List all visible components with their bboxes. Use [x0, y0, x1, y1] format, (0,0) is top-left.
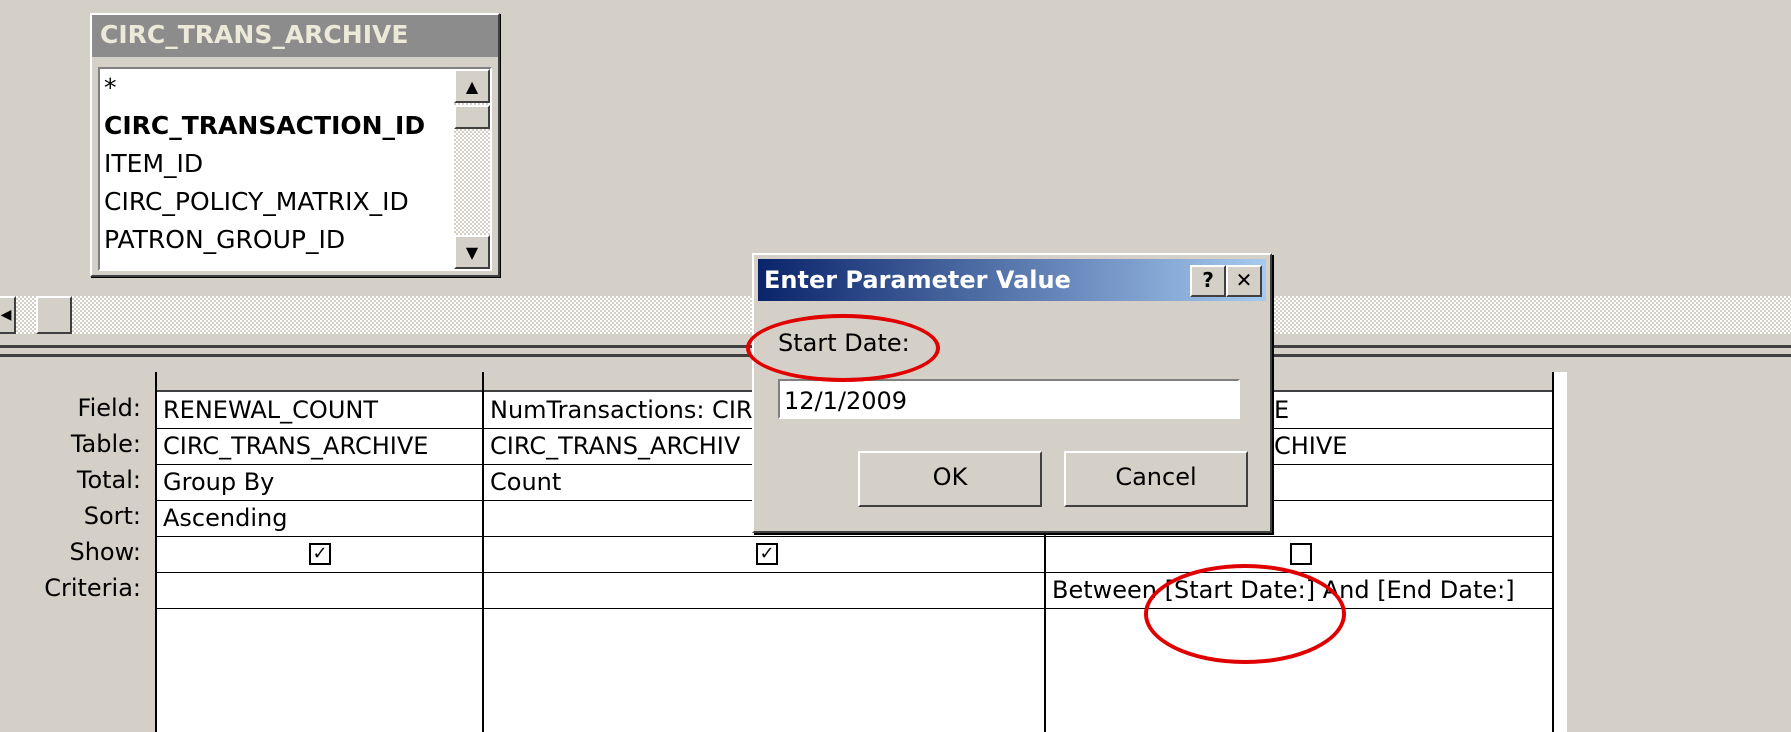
grid-column[interactable]: RENEWAL_COUNT CIRC_TRANS_ARCHIVE Group B…	[157, 372, 484, 732]
parameter-value-input[interactable]: 12/1/2009	[778, 379, 1240, 419]
field-cell[interactable]: RENEWAL_COUNT	[157, 392, 482, 429]
dialog-title: Enter Parameter Value	[764, 266, 1071, 294]
help-icon: ?	[1202, 268, 1214, 292]
dialog-title-bar[interactable]: Enter Parameter Value ? ✕	[758, 259, 1266, 301]
parameter-dialog[interactable]: Enter Parameter Value ? ✕ Start Date: 12…	[752, 253, 1272, 533]
arrow-down-icon: ▼	[465, 242, 479, 262]
show-cell: ✓	[157, 536, 482, 573]
scroll-left-button[interactable]: ◀	[0, 296, 16, 334]
field-list-item[interactable]: *	[100, 69, 490, 107]
field-list-scrollbar[interactable]: ▲ ▼	[454, 69, 490, 269]
scroll-down-button[interactable]: ▼	[454, 235, 490, 269]
scroll-thumb[interactable]	[36, 296, 72, 334]
scroll-up-button[interactable]: ▲	[454, 69, 490, 103]
arrow-up-icon: ▲	[465, 76, 479, 96]
field-list-item[interactable]: PATRON_GROUP_ID	[100, 221, 490, 259]
criteria-cell[interactable]: Between [Start Date:] And [End Date:]	[1046, 572, 1552, 609]
row-label-criteria: Criteria:	[44, 574, 141, 602]
show-checkbox[interactable]: ✓	[309, 543, 331, 565]
show-checkbox[interactable]	[1290, 543, 1312, 565]
row-label-field: Field:	[77, 394, 141, 422]
ok-button[interactable]: OK	[858, 451, 1042, 507]
criteria-cell[interactable]	[157, 572, 482, 609]
column-selector[interactable]	[157, 372, 482, 392]
field-list-item[interactable]: ITEM_ID	[100, 145, 490, 183]
table-cell[interactable]: CIRC_TRANS_ARCHIVE	[157, 428, 482, 465]
parameter-prompt-label: Start Date:	[778, 329, 910, 357]
table-window-title[interactable]: CIRC_TRANS_ARCHIVE	[92, 15, 498, 57]
arrow-left-icon: ◀	[0, 307, 12, 323]
close-icon: ✕	[1235, 268, 1253, 292]
table-field-list-window[interactable]: CIRC_TRANS_ARCHIVE * CIRC_TRANSACTION_ID…	[90, 13, 500, 277]
field-list-item[interactable]: CIRC_POLICY_MATRIX_ID	[100, 183, 490, 221]
show-cell	[1046, 536, 1552, 573]
cancel-button[interactable]: Cancel	[1064, 451, 1248, 507]
show-cell: ✓	[484, 536, 1044, 573]
field-list-item[interactable]: CIRC_TRANSACTION_ID	[100, 107, 490, 145]
row-label-show: Show:	[69, 538, 141, 566]
help-button[interactable]: ?	[1190, 265, 1226, 297]
sort-cell[interactable]: Ascending	[157, 500, 482, 537]
scroll-thumb[interactable]	[454, 105, 490, 129]
row-label-table: Table:	[70, 430, 141, 458]
row-label-total: Total:	[76, 466, 141, 494]
close-button[interactable]: ✕	[1226, 265, 1262, 297]
total-cell[interactable]: Group By	[157, 464, 482, 501]
field-list[interactable]: * CIRC_TRANSACTION_ID ITEM_ID CIRC_POLIC…	[98, 67, 492, 271]
row-label-sort: Sort:	[83, 502, 141, 530]
criteria-cell[interactable]	[484, 572, 1044, 609]
show-checkbox[interactable]: ✓	[756, 543, 778, 565]
